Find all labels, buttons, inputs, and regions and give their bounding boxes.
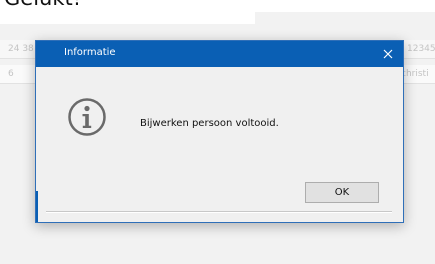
ok-button[interactable]: OK	[305, 182, 379, 203]
background-cell-text: 12345	[407, 44, 435, 54]
close-button[interactable]	[373, 41, 403, 67]
background-header-stripe	[0, 12, 255, 24]
dialog-separator	[46, 211, 392, 213]
background-cell-text: 6	[8, 69, 14, 79]
dialog-titlebar[interactable]: Informatie	[36, 41, 403, 67]
dialog-title: Informatie	[64, 47, 116, 58]
close-icon	[383, 49, 393, 59]
dialog-message: Bijwerken persoon voltooid.	[140, 118, 279, 129]
information-dialog: Informatie Bijwerken persoon voltooid. O…	[35, 40, 404, 223]
page-heading: Gelukt!	[4, 0, 81, 10]
background-cell-text: 24 38	[8, 44, 34, 54]
page: 24 38 6 12345 christi Gelukt! Informatie…	[0, 0, 435, 264]
dialog-left-accent	[36, 191, 38, 222]
background-cell-text: christi	[401, 69, 429, 79]
info-icon	[68, 98, 106, 136]
